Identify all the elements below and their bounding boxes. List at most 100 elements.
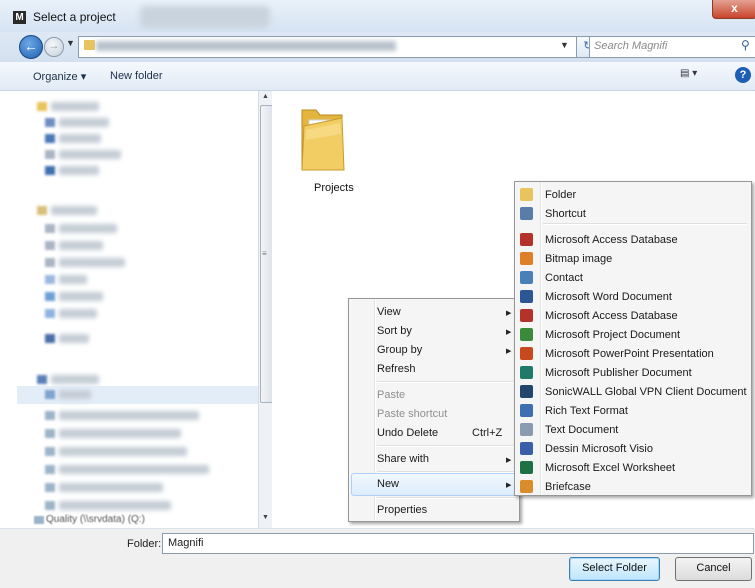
nav-item[interactable] (59, 118, 109, 127)
menu-item-group-by[interactable]: Group by (377, 344, 422, 356)
new-menu-item-label: Microsoft Publisher Document (545, 367, 692, 379)
nav-item-icon (45, 390, 55, 399)
menu-item-view[interactable]: View (377, 306, 401, 318)
nav-item[interactable] (59, 166, 99, 175)
nav-item[interactable] (59, 258, 125, 267)
close-button[interactable]: x (712, 0, 755, 19)
new-menu-item[interactable]: Briefcase (515, 478, 749, 496)
change-view-button[interactable]: ▤ ▾ (680, 68, 710, 84)
new-folder-button[interactable]: New folder (110, 70, 163, 82)
new-menu-item[interactable]: Microsoft Word Document (515, 288, 749, 306)
address-path-blurred (96, 41, 396, 51)
libraries-icon (37, 206, 47, 215)
help-icon[interactable]: ? (735, 67, 751, 83)
nav-item[interactable] (59, 292, 103, 301)
nav-item[interactable] (59, 465, 209, 474)
new-menu-item-label: Microsoft Access Database (545, 310, 678, 322)
menu-item-refresh[interactable]: Refresh (377, 363, 416, 375)
new-menu-item[interactable]: Dessin Microsoft Visio (515, 440, 749, 458)
new-menu-item-label: Microsoft Excel Worksheet (545, 462, 676, 474)
menu-item-undo-delete[interactable]: Undo Delete (377, 427, 438, 439)
title-blurred-area (140, 6, 270, 28)
search-icon[interactable]: ⚲ (741, 38, 750, 52)
new-menu-item[interactable]: Bitmap image (515, 250, 749, 268)
nav-item[interactable] (59, 134, 101, 143)
new-menu-item[interactable]: Microsoft Access Database (515, 231, 749, 249)
nav-item[interactable] (59, 501, 171, 510)
drive-icon (45, 429, 55, 438)
window-title: Select a project (33, 10, 116, 24)
new-menu-item-label: Microsoft Access Database (545, 234, 678, 246)
menu-item-share-with[interactable]: Share with (377, 453, 429, 465)
nav-item-quality-drive[interactable]: Quality (\\srvdata) (Q:) (46, 514, 145, 525)
history-dropdown-icon[interactable]: ▼ (66, 38, 75, 48)
nav-item[interactable] (59, 483, 163, 492)
drive-icon (34, 516, 44, 524)
new-menu-item[interactable]: Microsoft Publisher Document (515, 364, 749, 382)
folder-field-label: Folder: (127, 538, 162, 550)
new-menu-item-label: Text Document (545, 424, 619, 436)
drive-icon (45, 447, 55, 456)
nav-item[interactable] (59, 429, 181, 438)
nav-item[interactable] (59, 390, 91, 399)
folder-icon (301, 109, 345, 171)
new-menu-item[interactable]: Text Document (515, 421, 749, 439)
new-menu-item[interactable]: Shortcut (515, 205, 749, 223)
nav-item[interactable] (59, 224, 117, 233)
nav-item[interactable] (51, 102, 99, 111)
menu-item-properties[interactable]: Properties (377, 504, 427, 516)
new-menu-item-label: Contact (545, 272, 583, 284)
nav-item[interactable] (59, 447, 187, 456)
navigation-pane[interactable] (17, 91, 259, 528)
new-menu-item[interactable]: Microsoft Access Database (515, 307, 749, 325)
cancel-button[interactable]: Cancel (675, 557, 752, 581)
new-menu-item-label: Microsoft Project Document (545, 329, 681, 341)
nav-item[interactable] (59, 309, 97, 318)
menu-item-paste[interactable]: Paste (377, 389, 405, 401)
folder-name-value[interactable]: Magnifi (168, 537, 203, 549)
organize-button[interactable]: Organize ▾ (33, 70, 86, 83)
new-menu-item[interactable]: Microsoft Project Document (515, 326, 749, 344)
select-folder-button[interactable]: Select Folder (569, 557, 660, 581)
folder-name-input[interactable] (162, 533, 754, 554)
nav-item[interactable] (59, 411, 199, 420)
nav-item[interactable] (59, 334, 89, 343)
scroll-down-icon[interactable]: ▼ (262, 514, 269, 521)
menu-highlight (351, 473, 517, 496)
new-menu-item-label: Microsoft PowerPoint Presentation (545, 348, 714, 360)
scroll-up-icon[interactable]: ▲ (262, 93, 269, 100)
access-icon (520, 309, 533, 322)
menu-separator (543, 223, 747, 225)
publisher-icon (520, 366, 533, 379)
nav-item[interactable] (59, 241, 103, 250)
menu-item-paste-shortcut[interactable]: Paste shortcut (377, 408, 447, 420)
nav-item[interactable] (59, 275, 87, 284)
new-menu-item-label: Folder (545, 189, 577, 201)
new-menu-item[interactable]: Folder (515, 186, 749, 204)
menu-separator (377, 445, 515, 447)
menu-item-sort-by[interactable]: Sort by (377, 325, 412, 337)
nav-item[interactable] (51, 206, 97, 215)
new-menu-item[interactable]: Rich Text Format (515, 402, 749, 420)
drive-icon (45, 465, 55, 474)
word-icon (520, 290, 533, 303)
projects-folder[interactable] (298, 104, 348, 176)
new-menu-item[interactable]: Contact (515, 269, 749, 287)
nav-item[interactable] (59, 150, 121, 159)
new-menu-item[interactable]: Microsoft PowerPoint Presentation (515, 345, 749, 363)
nav-item[interactable] (51, 375, 99, 384)
back-arrow-icon: ← (24, 38, 38, 54)
back-button[interactable]: ← (19, 35, 43, 59)
address-dropdown-icon[interactable]: ▼ (560, 40, 569, 50)
shortcut-icon (520, 207, 533, 220)
menu-item-new[interactable]: New (377, 478, 399, 490)
vpn-icon (520, 385, 533, 398)
favorites-star-icon (37, 102, 47, 111)
projects-folder-label[interactable]: Projects (314, 182, 354, 194)
new-menu-item[interactable]: SonicWALL Global VPN Client Document (515, 383, 749, 401)
nav-item-icon (45, 134, 55, 143)
new-menu-item[interactable]: Microsoft Excel Worksheet (515, 459, 749, 477)
submenu-arrow-icon: ▶ (506, 348, 512, 355)
forward-button[interactable]: → (44, 37, 64, 57)
new-submenu: Folder Shortcut Microsoft Access Database B… (514, 181, 752, 496)
